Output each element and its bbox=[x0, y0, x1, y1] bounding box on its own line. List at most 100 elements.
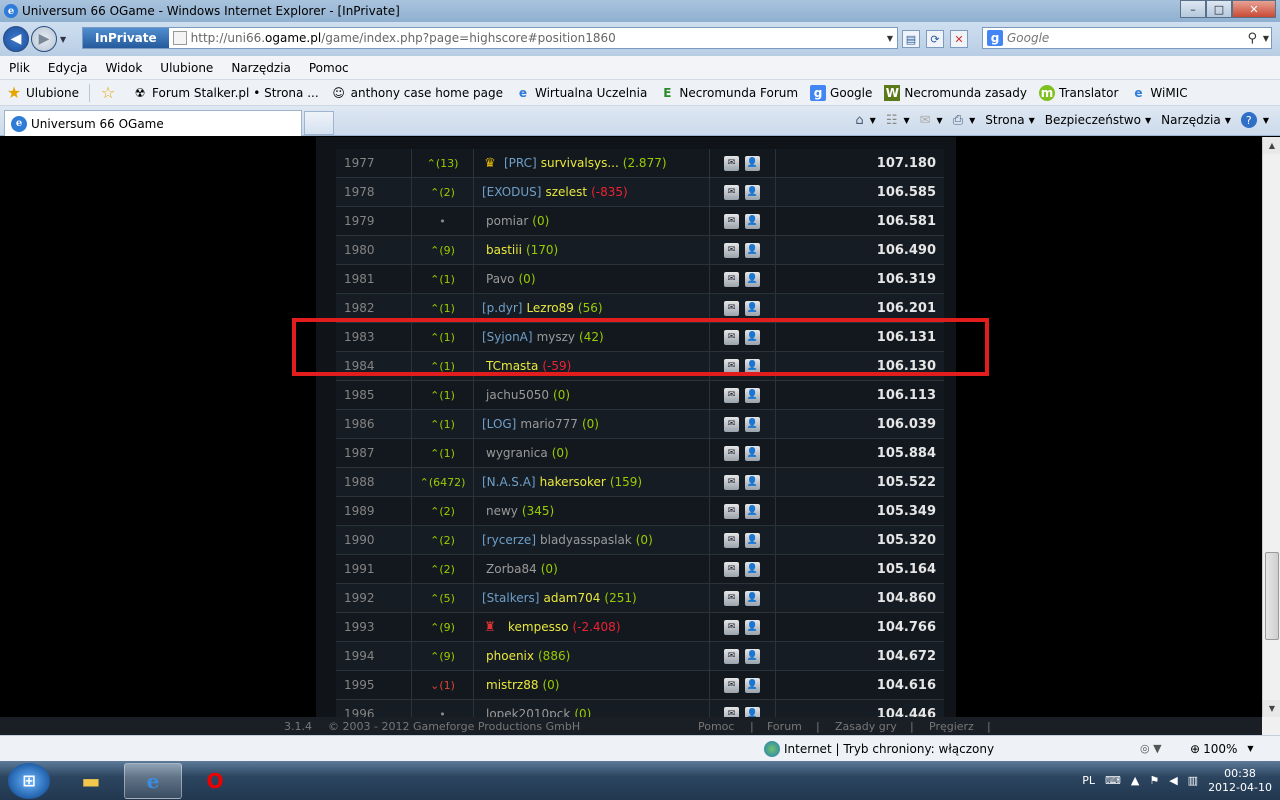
footer-link-rules[interactable]: Zasady gry bbox=[835, 720, 897, 733]
search-box[interactable]: g ⚲ ▼ bbox=[982, 27, 1272, 49]
refresh-icon[interactable]: ⟳ bbox=[926, 30, 944, 48]
buddy-request-icon[interactable]: 👤 bbox=[745, 706, 760, 717]
alliance-tag[interactable]: [Stalkers] bbox=[482, 591, 539, 605]
player-name[interactable]: Zorba84 bbox=[486, 562, 537, 576]
security-zone[interactable]: Internet | Tryb chroniony: włączony bbox=[764, 740, 994, 757]
zoom-control[interactable]: ⊕ 100% ▼ bbox=[1190, 742, 1254, 756]
search-input[interactable] bbox=[1007, 31, 1237, 45]
buddy-request-icon[interactable]: 👤 bbox=[745, 532, 760, 548]
address-url[interactable]: http://uni66.ogame.pl/game/index.php?pag… bbox=[191, 31, 616, 45]
send-message-icon[interactable]: ✉ bbox=[724, 503, 739, 519]
network-icon[interactable]: ▥ bbox=[1188, 774, 1198, 787]
send-message-icon[interactable]: ✉ bbox=[724, 648, 739, 664]
fav-item-necromunda-forum[interactable]: E Necromunda Forum bbox=[653, 85, 804, 101]
player-name[interactable]: Pavo bbox=[486, 272, 515, 286]
fav-item-necromunda-zasady[interactable]: W Necromunda zasady bbox=[878, 84, 1033, 101]
inprivate-badge[interactable]: InPrivate bbox=[83, 28, 169, 48]
send-message-icon[interactable]: ✉ bbox=[724, 416, 739, 432]
protected-mode-icon[interactable]: ◎ ▼ bbox=[1140, 742, 1162, 755]
scroll-thumb[interactable] bbox=[1265, 552, 1279, 640]
player-name[interactable]: pomiar bbox=[486, 214, 528, 228]
add-favorite-button[interactable]: ☆ bbox=[94, 83, 126, 102]
buddy-request-icon[interactable]: 👤 bbox=[745, 155, 760, 171]
buddy-request-icon[interactable]: 👤 bbox=[745, 387, 760, 403]
buddy-request-icon[interactable]: 👤 bbox=[745, 445, 760, 461]
fav-item-wimic[interactable]: e WiMIC bbox=[1124, 85, 1193, 101]
player-name[interactable]: Lezro89 bbox=[526, 301, 573, 315]
scroll-down-icon[interactable]: ▼ bbox=[1263, 700, 1280, 717]
buddy-request-icon[interactable]: 👤 bbox=[745, 271, 760, 287]
send-message-icon[interactable]: ✉ bbox=[724, 445, 739, 461]
page-menu[interactable]: Strona ▼ bbox=[982, 113, 1037, 127]
mail-button[interactable]: ✉ ▼ bbox=[917, 113, 946, 128]
taskbar-explorer[interactable]: ▬ bbox=[62, 763, 120, 799]
player-name[interactable]: mario777 bbox=[520, 417, 578, 431]
player-name[interactable]: wygranica bbox=[486, 446, 548, 460]
scroll-up-icon[interactable]: ▲ bbox=[1263, 137, 1280, 154]
menu-edit[interactable]: Edycja bbox=[39, 61, 97, 75]
send-message-icon[interactable]: ✉ bbox=[724, 387, 739, 403]
alliance-tag[interactable]: [p.dyr] bbox=[482, 301, 522, 315]
alliance-tag[interactable]: [PRC] bbox=[504, 156, 537, 170]
player-name[interactable]: adam704 bbox=[543, 591, 600, 605]
buddy-request-icon[interactable]: 👤 bbox=[745, 619, 760, 635]
flag-icon[interactable]: ⚑ bbox=[1149, 774, 1159, 787]
buddy-request-icon[interactable]: 👤 bbox=[745, 213, 760, 229]
address-dropdown-icon[interactable]: ▼ bbox=[887, 34, 893, 43]
fav-item-anthony-case[interactable]: ☺ anthony case home page bbox=[325, 85, 509, 101]
player-name[interactable]: lopek2010pck bbox=[486, 707, 570, 717]
print-button[interactable]: ⎙ ▼ bbox=[950, 113, 979, 128]
home-button[interactable]: ⌂ ▼ bbox=[852, 113, 878, 128]
buddy-request-icon[interactable]: 👤 bbox=[745, 503, 760, 519]
buddy-request-icon[interactable]: 👤 bbox=[745, 300, 760, 316]
history-dropdown-icon[interactable]: ▼ bbox=[60, 35, 70, 44]
buddy-request-icon[interactable]: 👤 bbox=[745, 648, 760, 664]
new-tab-button[interactable] bbox=[304, 111, 334, 135]
menu-view[interactable]: Widok bbox=[96, 61, 151, 75]
send-message-icon[interactable]: ✉ bbox=[724, 677, 739, 693]
feeds-button[interactable]: ☷ ▼ bbox=[883, 113, 913, 128]
close-button[interactable]: ✕ bbox=[1232, 0, 1276, 18]
forward-button[interactable]: ▶ bbox=[31, 26, 57, 52]
compatibility-view-icon[interactable]: ▤ bbox=[902, 30, 920, 48]
footer-link-pillory[interactable]: Pręgierz bbox=[929, 720, 974, 733]
send-message-icon[interactable]: ✉ bbox=[724, 155, 739, 171]
start-button[interactable]: ⊞ bbox=[8, 762, 50, 799]
zoom-dropdown-icon[interactable]: ▼ bbox=[1247, 744, 1253, 753]
clock[interactable]: 00:38 2012-04-10 bbox=[1208, 767, 1272, 795]
send-message-icon[interactable]: ✉ bbox=[724, 213, 739, 229]
fav-item-forum-stalker[interactable]: ☢ Forum Stalker.pl • Strona ... bbox=[126, 85, 325, 101]
player-name[interactable]: bladyasspaslak bbox=[540, 533, 632, 547]
buddy-request-icon[interactable]: 👤 bbox=[745, 416, 760, 432]
alliance-tag[interactable]: [EXODUS] bbox=[482, 185, 541, 199]
stop-icon[interactable]: ✕ bbox=[950, 30, 968, 48]
send-message-icon[interactable]: ✉ bbox=[724, 474, 739, 490]
send-message-icon[interactable]: ✉ bbox=[724, 300, 739, 316]
taskbar-opera[interactable]: O bbox=[186, 763, 244, 799]
menu-favorites[interactable]: Ulubione bbox=[151, 61, 222, 75]
fav-item-google[interactable]: g Google bbox=[804, 84, 878, 101]
language-indicator[interactable]: PL bbox=[1082, 774, 1095, 787]
fav-item-wirtualna-uczelnia[interactable]: e Wirtualna Uczelnia bbox=[509, 85, 653, 101]
buddy-request-icon[interactable]: 👤 bbox=[745, 184, 760, 200]
player-name[interactable]: mistrz88 bbox=[486, 678, 538, 692]
keyboard-icon[interactable]: ⌨ bbox=[1105, 774, 1121, 787]
send-message-icon[interactable]: ✉ bbox=[724, 561, 739, 577]
player-name[interactable]: newy bbox=[486, 504, 518, 518]
search-dropdown-icon[interactable]: ▼ bbox=[1263, 34, 1269, 43]
alliance-tag[interactable]: [N.A.S.A] bbox=[482, 475, 536, 489]
menu-file[interactable]: Plik bbox=[0, 61, 39, 75]
fav-item-translator[interactable]: m Translator bbox=[1033, 84, 1124, 101]
maximize-button[interactable]: □ bbox=[1206, 0, 1232, 18]
buddy-request-icon[interactable]: 👤 bbox=[745, 474, 760, 490]
favorites-button[interactable]: ★ Ulubione bbox=[0, 83, 85, 102]
tools-menu[interactable]: Narzędzia ▼ bbox=[1158, 113, 1234, 127]
send-message-icon[interactable]: ✉ bbox=[724, 532, 739, 548]
menu-tools[interactable]: Narzędzia bbox=[222, 61, 300, 75]
player-name[interactable]: jachu5050 bbox=[486, 388, 549, 402]
player-name[interactable]: bastiii bbox=[486, 243, 522, 257]
footer-link-help[interactable]: Pomoc bbox=[698, 720, 734, 733]
footer-link-forum[interactable]: Forum bbox=[767, 720, 802, 733]
menu-help[interactable]: Pomoc bbox=[300, 61, 358, 75]
player-name[interactable]: survivalsys... bbox=[541, 156, 619, 170]
